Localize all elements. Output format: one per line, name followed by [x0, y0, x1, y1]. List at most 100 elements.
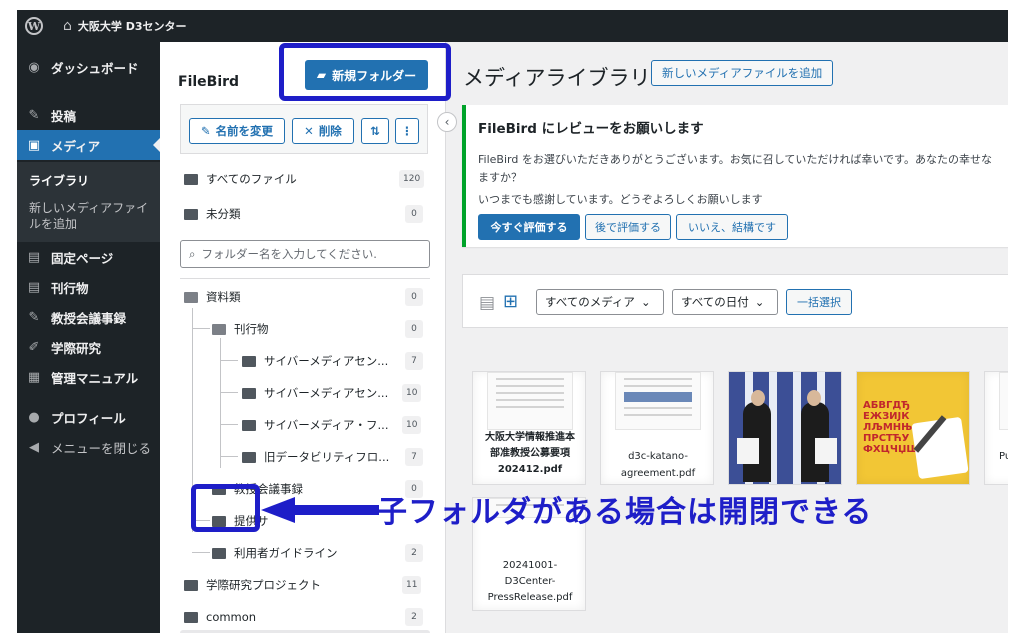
count-badge: 0	[405, 288, 423, 306]
notice-text: FileBird をお選びいただきありがとうございます。お気に召していただければ…	[478, 153, 992, 184]
submenu-add-new[interactable]: 新しいメディアファイルを追加	[29, 200, 154, 232]
count-badge: 10	[402, 384, 422, 402]
media-tile[interactable]: d3c-katano-agreement.pdf	[600, 371, 714, 485]
folder-search-input[interactable]: ⌕ フォルダー名を入力してください.	[180, 240, 430, 268]
chevron-down-icon: ⌄	[754, 295, 765, 309]
folder-delete-icon: ✕	[304, 124, 314, 138]
sidebar-collapse-menu[interactable]: ◀ メニューを閉じる	[17, 432, 160, 462]
folder-icon	[242, 419, 256, 431]
media-tile[interactable]	[728, 371, 842, 485]
folder-publications[interactable]: 刊行物	[212, 317, 269, 341]
rate-later-button[interactable]: 後で評価する	[585, 214, 671, 240]
folder-item[interactable]: サイバーメディアセン...	[242, 349, 388, 373]
dashboard-icon: ◉	[28, 59, 40, 75]
folder-icon	[184, 173, 198, 185]
folder-icon	[242, 451, 256, 463]
folder-open-icon	[184, 291, 198, 303]
media-tile[interactable]: Pu ap	[984, 371, 1008, 485]
wordpress-logo-icon[interactable]: W	[25, 17, 43, 35]
media-caption: 20241001-D3Center-PressRelease.pdf	[487, 560, 573, 603]
admin-sidebar: ◉ ダッシュボード ✎ 投稿 ▣ メディア ライブラリ 新しいメディアファイルを追加 …	[17, 42, 160, 633]
sidebar-item-manual[interactable]: ▦ 管理マニュアル	[17, 362, 160, 392]
folder-research-project[interactable]: 学際研究プロジェクト	[184, 573, 321, 597]
notice-thanks: いつまでも感謝しています。どうぞよろしくお願いします	[478, 193, 763, 206]
media-submenu: ライブラリ 新しいメディアファイルを追加	[17, 162, 160, 242]
folder-item[interactable]: 旧データビリティフロ...	[242, 445, 389, 469]
page-title: メディアライブラリ	[463, 66, 651, 90]
media-filter-bar: ▤ ⊞ すべてのメディア ⌄ すべての日付 ⌄ 一括選択	[462, 274, 1008, 328]
delete-button[interactable]: ✕ 削除	[292, 118, 354, 144]
folder-open-icon	[212, 323, 226, 335]
sidebar-item-media[interactable]: ▣ メディア	[17, 130, 160, 160]
filebird-panel: FileBird ▰ 新規フォルダー ✎ 名前を変更 ✕ 削除 ⇅ ⋮ すべてのファイ…	[160, 42, 446, 633]
sidebar-item-minutes[interactable]: ✎ 教授会議事録	[17, 302, 160, 332]
grid-view-icon[interactable]: ⊞	[503, 291, 518, 312]
rate-now-button[interactable]: 今すぐ評価する	[478, 214, 580, 240]
media-caption: 大阪大学情報推進本部准教授公募要項202412.pdf	[485, 432, 575, 475]
rename-button[interactable]: ✎ 名前を変更	[189, 118, 285, 144]
folder-uncategorized[interactable]: 未分類	[184, 202, 241, 226]
count-badge: 120	[399, 170, 425, 188]
media-tile[interactable]: 大阪大学情報推進本部准教授公募要項202412.pdf	[472, 371, 586, 485]
pin-icon: ✎	[28, 309, 40, 325]
count-badge: 0	[405, 320, 423, 338]
pdf-thumbnail	[615, 372, 701, 430]
pencil-folder-icon: ✎	[200, 124, 211, 138]
annotation-box-folder-toggle	[191, 484, 260, 532]
folder-icon	[184, 611, 198, 623]
count-badge: 10	[402, 416, 422, 434]
user-icon: ●	[28, 409, 40, 425]
sort-icon: ⇅	[370, 124, 380, 138]
folder-icon	[184, 208, 198, 220]
media-caption: d3c-katano-agreement.pdf	[620, 451, 696, 479]
folder-user-guidelines[interactable]: 利用者ガイドライン	[212, 541, 338, 565]
media-icon: ▣	[27, 137, 41, 153]
notice-heading: FileBird にレビューをお願いします	[478, 121, 704, 137]
folder-item[interactable]: サイバーメディアセン...	[242, 381, 388, 405]
filebird-title: FileBird	[178, 74, 240, 90]
more-button[interactable]: ⋮	[395, 118, 419, 144]
date-select[interactable]: すべての日付 ⌄	[672, 289, 778, 315]
more-icon: ⋮	[401, 124, 413, 138]
sidebar-item-research[interactable]: ✐ 学際研究	[17, 332, 160, 362]
add-new-media-button[interactable]: 新しいメディアファイルを追加	[651, 60, 834, 86]
folder-icon	[242, 387, 256, 399]
page-icon: ▤	[27, 279, 41, 295]
wordpress-window: W ⌂ 大阪大学 D3センター ◉ ダッシュボード ✎ 投稿 ▣ メディア ライブラリ…	[17, 10, 1008, 633]
site-name[interactable]: 大阪大学 D3センター	[78, 18, 187, 34]
bulk-select-button[interactable]: 一括選択	[786, 289, 852, 315]
home-icon[interactable]: ⌂	[63, 18, 72, 34]
count-badge: 7	[405, 448, 423, 466]
annotation-arrow-icon	[261, 497, 379, 523]
review-notice: FileBird にレビューをお願いします FileBird をお選びいただきあ…	[462, 105, 1008, 247]
sidebar-item-profile[interactable]: ● プロフィール	[17, 402, 160, 432]
search-folder-icon: ⌕	[189, 246, 196, 261]
list-view-icon[interactable]: ▤	[479, 293, 495, 313]
sidebar-item-dashboard[interactable]: ◉ ダッシュボード	[17, 52, 160, 82]
media-type-select[interactable]: すべてのメディア ⌄	[536, 289, 664, 315]
media-tile[interactable]: АБВГДЂ ЕЖЗИЈК ЛЉМНЊО ПРСТЋУ ФХЦЧЏШ	[856, 371, 970, 485]
pdf-thumbnail	[487, 372, 573, 430]
pin-icon: ✎	[28, 107, 40, 123]
admin-bar: W ⌂ 大阪大学 D3センター	[17, 10, 1008, 42]
count-badge: 7	[405, 352, 423, 370]
sidebar-item-publications[interactable]: ▤ 刊行物	[17, 272, 160, 302]
folder-icon	[242, 355, 256, 367]
folder-item[interactable]: サイバーメディア・フ...	[242, 413, 388, 437]
annotation-text: 子フォルダがある場合は開閉できる	[377, 495, 873, 530]
folder-common[interactable]: common	[184, 605, 256, 629]
folder-toolbar: ✎ 名前を変更 ✕ 削除 ⇅ ⋮	[180, 104, 428, 154]
sidebar-item-posts[interactable]: ✎ 投稿	[17, 100, 160, 130]
collapse-icon: ◀	[29, 439, 39, 455]
folder-materials[interactable]: 資料類	[184, 285, 241, 309]
chevron-down-icon: ⌄	[640, 295, 651, 309]
folder-icon	[212, 547, 226, 559]
sidebar-item-pages[interactable]: ▤ 固定ページ	[17, 242, 160, 272]
annotation-box-new-folder	[279, 43, 451, 101]
submenu-library[interactable]: ライブラリ	[29, 172, 89, 189]
pdf-thumbnail	[999, 372, 1008, 430]
no-thanks-button[interactable]: いいえ、結構です	[676, 214, 788, 240]
folder-all-files[interactable]: すべてのファイル	[184, 167, 297, 191]
folder-icon	[184, 579, 198, 591]
sort-button[interactable]: ⇅	[361, 118, 389, 144]
